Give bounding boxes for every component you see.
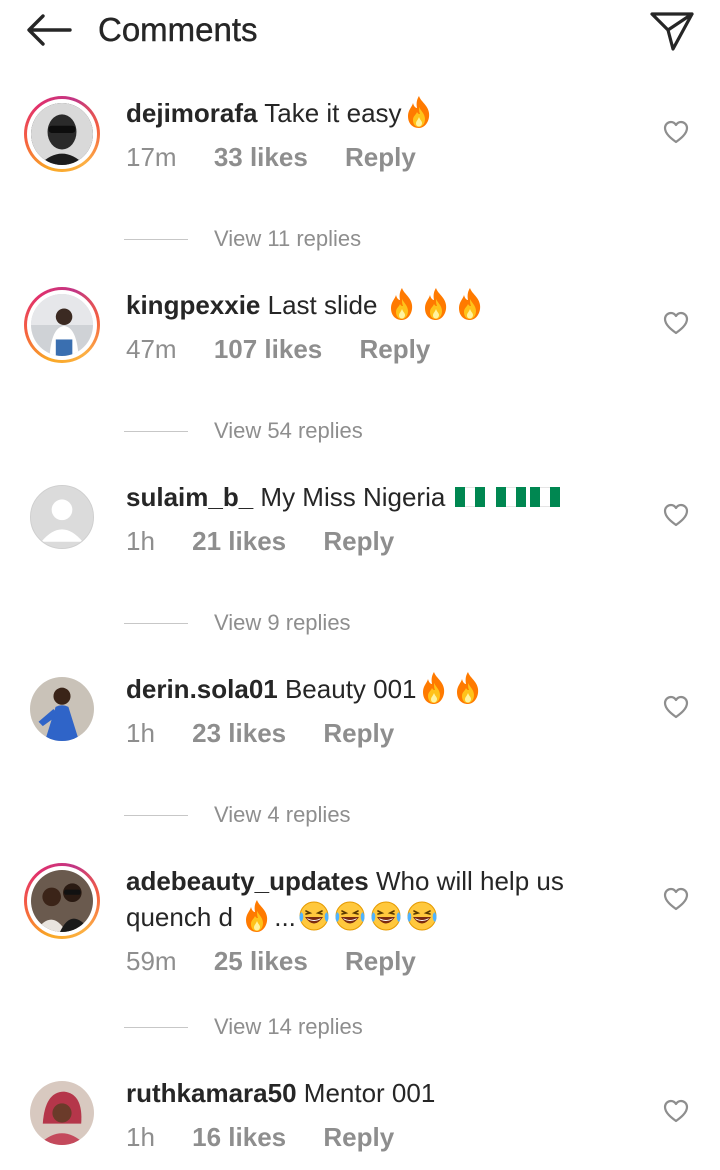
comment-text: My Miss Nigeria <box>260 482 446 512</box>
view-replies-label: View 54 replies <box>214 418 363 443</box>
comment-time: 47m <box>126 334 177 364</box>
share-button[interactable] <box>644 6 700 56</box>
back-button[interactable] <box>20 10 76 50</box>
heart-icon[interactable] <box>662 501 690 529</box>
fire-emoji-icon <box>455 287 485 321</box>
fire-emoji-icon <box>421 287 451 321</box>
nigeria-flag-icon <box>529 487 560 508</box>
fire-emoji-icon <box>419 671 449 705</box>
comment-time: 59m <box>126 946 177 976</box>
comment-time: 1h <box>126 1122 155 1152</box>
view-replies-label: View 14 replies <box>214 1014 363 1039</box>
laughing-crying-emoji-icon <box>370 900 402 932</box>
view-replies-label: View 11 replies <box>214 226 362 251</box>
heart-icon[interactable] <box>662 693 690 721</box>
comment-likes[interactable]: 33 likes <box>214 142 308 172</box>
heart-icon[interactable] <box>662 118 690 146</box>
comment-time: 17m <box>126 142 177 172</box>
reply-button[interactable]: Reply <box>323 526 394 556</box>
comment-username[interactable]: ruthkamara50 <box>126 1078 297 1108</box>
fire-emoji-icon <box>387 287 417 321</box>
divider-line <box>124 430 188 432</box>
heart-icon[interactable] <box>662 885 690 913</box>
comment-text-suffix: ... <box>274 902 296 932</box>
laughing-crying-emoji-icon <box>334 900 366 932</box>
reply-button[interactable]: Reply <box>359 334 430 364</box>
nigeria-flag-icon <box>495 487 526 508</box>
heart-icon[interactable] <box>662 309 690 337</box>
comment-likes[interactable]: 23 likes <box>192 718 286 748</box>
comments-header: Comments <box>0 0 720 62</box>
avatar[interactable] <box>24 671 100 747</box>
comment-likes[interactable]: 25 likes <box>214 946 308 976</box>
avatar[interactable] <box>24 287 100 363</box>
laughing-crying-emoji-icon <box>298 900 330 932</box>
comment-username[interactable]: sulaim_b_ <box>126 482 253 512</box>
comment-likes[interactable]: 16 likes <box>192 1122 286 1152</box>
view-replies-button[interactable]: View 4 replies <box>124 800 351 830</box>
comment-username[interactable]: kingpexxie <box>126 290 260 320</box>
view-replies-button[interactable]: View 11 replies <box>124 224 361 254</box>
comment-text: Mentor 001 <box>303 1078 436 1108</box>
avatar[interactable] <box>24 96 100 172</box>
divider-line <box>124 814 188 816</box>
comment-likes[interactable]: 107 likes <box>214 334 322 364</box>
comment-likes[interactable]: 21 likes <box>192 526 286 556</box>
avatar[interactable] <box>24 1075 100 1151</box>
fire-emoji-icon <box>242 899 272 933</box>
view-replies-label: View 9 replies <box>214 610 351 635</box>
comment-username[interactable]: derin.sola01 <box>126 674 278 704</box>
laughing-crying-emoji-icon <box>406 900 438 932</box>
comment-time: 1h <box>126 718 155 748</box>
fire-emoji-icon <box>453 671 483 705</box>
reply-button[interactable]: Reply <box>323 1122 394 1152</box>
reply-button[interactable]: Reply <box>323 718 394 748</box>
avatar[interactable] <box>24 863 100 939</box>
reply-button[interactable]: Reply <box>345 142 416 172</box>
comment-text: Take it easy <box>264 98 402 128</box>
comment-text: Last slide <box>267 290 378 320</box>
paper-plane-icon <box>650 12 694 51</box>
reply-button[interactable]: Reply <box>345 946 416 976</box>
avatar[interactable] <box>24 479 100 555</box>
view-replies-button[interactable]: View 9 replies <box>124 608 351 638</box>
comment-time: 1h <box>126 526 155 556</box>
view-replies-button[interactable]: View 14 replies <box>124 1012 363 1042</box>
divider-line <box>124 1026 188 1028</box>
comment-username[interactable]: dejimorafa <box>126 98 258 128</box>
view-replies-label: View 4 replies <box>214 802 351 827</box>
page-title: Comments <box>98 11 258 48</box>
comment-username[interactable]: adebeauty_updates <box>126 866 369 896</box>
divider-line <box>124 622 188 624</box>
fire-emoji-icon <box>404 95 434 129</box>
divider-line <box>124 238 188 240</box>
comment-text: Beauty 001 <box>284 674 417 704</box>
default-avatar-icon <box>31 486 93 548</box>
nigeria-flag-icon <box>454 487 485 508</box>
arrow-left-icon <box>27 14 72 46</box>
view-replies-button[interactable]: View 54 replies <box>124 416 363 446</box>
heart-icon[interactable] <box>662 1097 690 1125</box>
